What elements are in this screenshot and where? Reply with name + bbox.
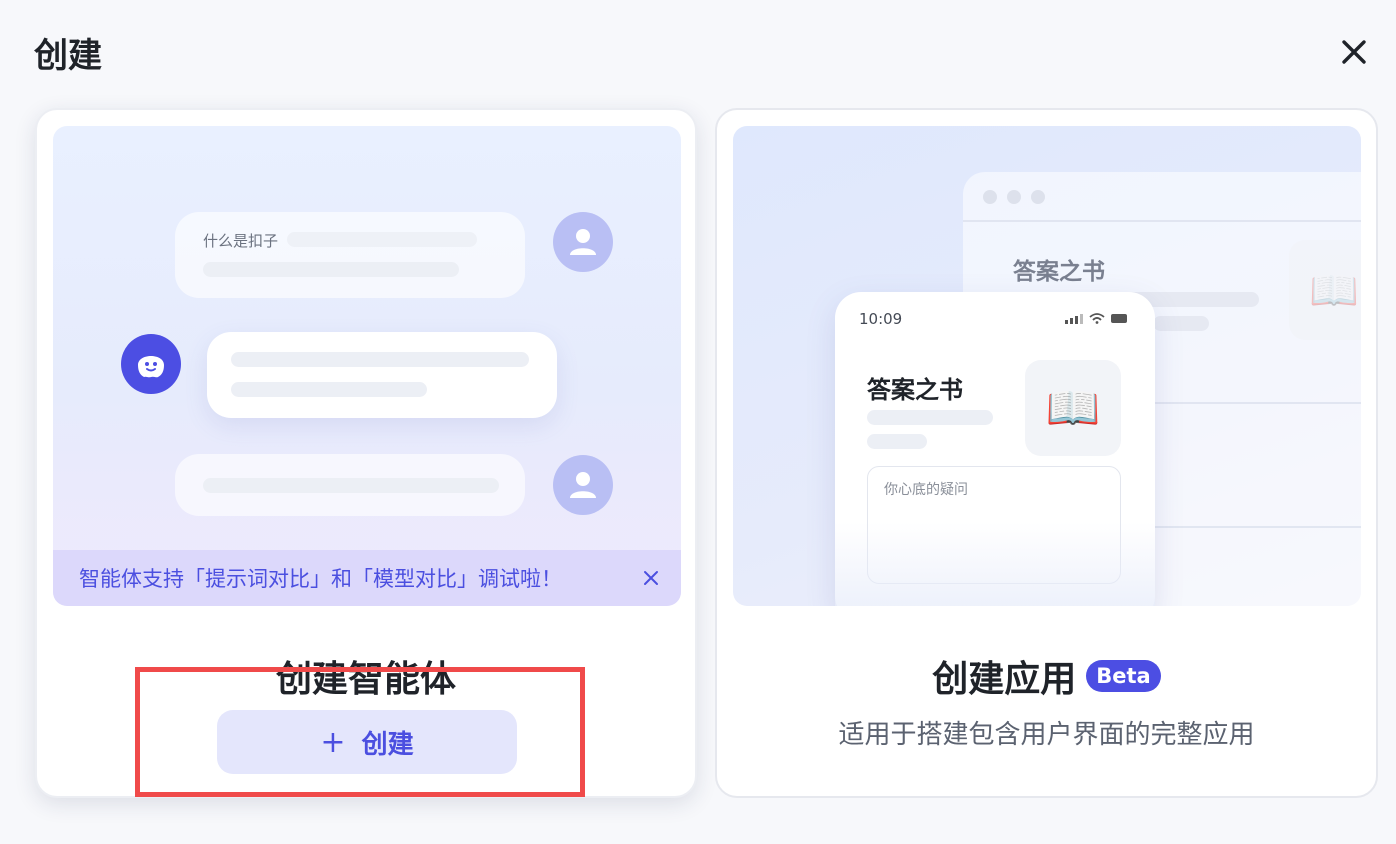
close-icon — [1342, 40, 1366, 64]
dialog-title: 创建 — [34, 36, 102, 76]
phone-preview: 10:09 答案之书 📖 你心底的疑问 — [835, 292, 1155, 606]
book-tile-background: 📖 — [1289, 240, 1361, 340]
card-title-app-label: 创建应用 — [932, 659, 1077, 700]
card-desc-app: 适用于搭建包含用户界面的完整应用 — [838, 720, 1255, 750]
ghost-icon — [138, 356, 164, 378]
user-icon — [570, 472, 596, 498]
card-title-agent: 创建智能体 — [275, 659, 456, 700]
book-tile: 📖 — [1025, 360, 1121, 456]
beta-badge: Beta — [1086, 660, 1161, 692]
agent-illustration: 什么是扣子 智能体支持「提示词对比」和「模型对比」调试啦！ — [53, 126, 681, 606]
status-icons — [1065, 313, 1127, 324]
book-icon: 📖 — [1045, 383, 1101, 434]
window-title: 答案之书 — [1013, 259, 1105, 285]
user-avatar — [553, 455, 613, 515]
question-bubble: 什么是扣子 — [175, 212, 525, 298]
app-illustration: 答案之书 📖 10:09 答案之书 📖 你心底的疑问 — [733, 126, 1361, 606]
phone-time: 10:09 — [859, 310, 903, 328]
close-button[interactable] — [1334, 32, 1374, 72]
followup-bubble — [175, 454, 525, 516]
create-agent-button[interactable]: + 创建 — [217, 710, 517, 774]
phone-app-title: 答案之书 — [867, 376, 963, 404]
user-icon — [570, 229, 596, 255]
feature-notice-banner: 智能体支持「提示词对比」和「模型对比」调试啦！ — [53, 550, 681, 606]
user-avatar — [553, 212, 613, 272]
notice-text: 智能体支持「提示词对比」和「模型对比」调试啦！ — [79, 567, 562, 591]
notice-close-button[interactable] — [637, 564, 665, 592]
book-icon: 📖 — [1309, 267, 1359, 314]
answer-bubble — [207, 332, 557, 418]
question-placeholder: 你心底的疑问 — [884, 482, 968, 498]
question-text: 什么是扣子 — [203, 232, 279, 250]
close-icon — [644, 571, 658, 585]
plus-icon: + — [320, 724, 346, 760]
create-button-label: 创建 — [361, 729, 414, 760]
create-agent-card[interactable]: 什么是扣子 智能体支持「提示词对比」和「模型对比」调试啦！ 创建智能体 + 创建 — [35, 108, 697, 798]
bot-avatar — [121, 334, 181, 394]
card-title-app: 创建应用 Beta — [717, 650, 1376, 702]
create-app-card[interactable]: 答案之书 📖 10:09 答案之书 📖 你心底的疑问 创建应用 Beta 适用于… — [715, 108, 1378, 798]
